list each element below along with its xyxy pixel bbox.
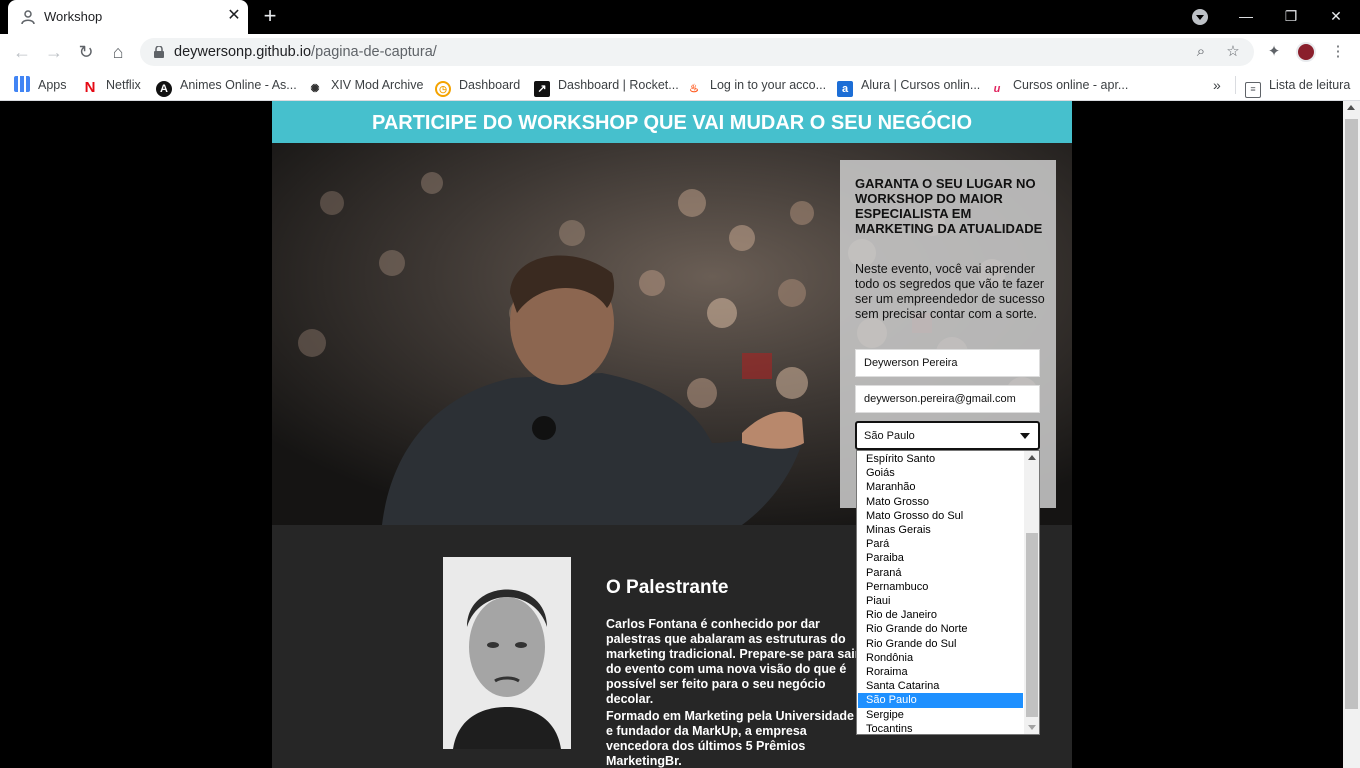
minimize-button[interactable]: — xyxy=(1232,4,1260,28)
speaker-title: O Palestrante xyxy=(606,577,729,598)
banner-title: PARTICIPE DO WORKSHOP QUE VAI MUDAR O SE… xyxy=(371,112,973,134)
apps-grid-icon xyxy=(14,76,30,92)
state-option[interactable]: Pernambuco xyxy=(858,580,1023,594)
state-option[interactable]: Rio Grande do Sul xyxy=(858,637,1023,651)
speaker-photo xyxy=(443,557,571,749)
chevron-down-icon xyxy=(1020,433,1030,439)
bookmark-animes[interactable]: A Animes Online - As... xyxy=(156,76,297,97)
url-text: deywersonp.github.io/pagina-de-captura/ xyxy=(174,44,437,60)
dropdown-scroll-down-icon[interactable] xyxy=(1028,725,1036,730)
state-option[interactable]: Minas Gerais xyxy=(858,523,1023,537)
state-option[interactable]: Roraima xyxy=(858,665,1023,679)
window-titlebar: Workshop ✕ + — ❐ ✕ xyxy=(0,0,1360,34)
state-option[interactable]: Mato Grosso do Sul xyxy=(858,509,1023,523)
close-tab-icon[interactable]: ✕ xyxy=(226,8,242,24)
state-option[interactable]: Tocantins xyxy=(858,722,1023,734)
state-option[interactable]: Espírito Santo xyxy=(858,452,1023,466)
state-select-value: São Paulo xyxy=(864,430,915,442)
person-icon xyxy=(21,10,35,25)
bookmark-alura[interactable]: a Alura | Cursos onlin... xyxy=(837,76,980,97)
more-bookmarks-icon[interactable]: » xyxy=(1213,76,1221,94)
bookmark-apps[interactable]: Apps xyxy=(14,76,67,94)
state-option[interactable]: Rio de Janeiro xyxy=(858,608,1023,622)
bookmark-rocketseat[interactable]: ↗ Dashboard | Rocket... xyxy=(534,76,679,97)
state-select[interactable]: São Paulo xyxy=(855,421,1040,450)
state-option[interactable]: Pará xyxy=(858,537,1023,551)
workshop-banner: PARTICIPE DO WORKSHOP QUE VAI MUDAR O SE… xyxy=(272,101,1072,143)
dropdown-scroll-thumb[interactable] xyxy=(1026,533,1038,717)
page-scroll-thumb[interactable] xyxy=(1345,119,1358,709)
profile-avatar[interactable] xyxy=(1296,42,1316,62)
bookmark-divider xyxy=(1235,76,1236,94)
bookmark-netflix[interactable]: N Netflix xyxy=(82,76,141,96)
bookmark-star-icon[interactable]: ☆ xyxy=(1224,43,1242,61)
reading-list-icon: ≡ xyxy=(1245,82,1261,98)
page-scrollbar[interactable] xyxy=(1343,101,1360,768)
mod-archive-icon: ✺ xyxy=(310,83,320,95)
bookmark-login[interactable]: ♨ Log in to your acco... xyxy=(686,76,826,95)
dashboard-icon: ◷ xyxy=(435,81,451,97)
state-dropdown-list[interactable]: Espírito Santo Goiás Maranhão Mato Grosso Ma… xyxy=(856,450,1040,735)
rocketseat-icon: ↗ xyxy=(534,81,550,97)
page-viewport: PARTICIPE DO WORKSHOP QUE VAI MUDAR O SE… xyxy=(0,101,1343,768)
dropdown-scrollbar[interactable] xyxy=(1024,451,1039,734)
back-button[interactable]: ← xyxy=(10,40,34,64)
state-option[interactable]: Piaui xyxy=(858,594,1023,608)
bookmark-dashboard[interactable]: ◷ Dashboard xyxy=(435,76,520,97)
menu-kebab-icon[interactable]: ⋮ xyxy=(1328,42,1348,62)
state-option[interactable]: Rondônia xyxy=(858,651,1023,665)
speaker-bio-2: Formado em Marketing pela Universidade X… xyxy=(606,709,866,768)
bookmarks-bar: Apps N Netflix A Animes Online - As... ✺ XI… xyxy=(0,70,1360,101)
udemy-icon: u xyxy=(993,83,1001,95)
state-option[interactable]: Santa Catarina xyxy=(858,679,1023,693)
state-option[interactable]: Paraná xyxy=(858,566,1023,580)
restore-button[interactable]: ❐ xyxy=(1277,4,1305,28)
form-description: Neste evento, você vai aprender todo os … xyxy=(855,262,1045,321)
new-tab-button[interactable]: + xyxy=(259,5,281,28)
state-option[interactable]: Maranhão xyxy=(858,480,1023,494)
form-title: GARANTA O SEU LUGAR NO WORKSHOP DO MAIOR… xyxy=(855,176,1043,236)
zoom-icon[interactable]: ⌕ xyxy=(1192,43,1210,61)
dropdown-scroll-up-icon[interactable] xyxy=(1028,455,1036,460)
forward-button[interactable]: → xyxy=(42,40,66,64)
bookmark-cursos[interactable]: u Cursos online - apr... xyxy=(989,76,1129,95)
browser-toolbar: ← → ↻ ⌂ deywersonp.github.io/pagina-de-c… xyxy=(0,34,1360,70)
anime-icon: A xyxy=(156,81,172,97)
address-bar[interactable]: deywersonp.github.io/pagina-de-captura/ … xyxy=(140,38,1254,66)
extensions-icon[interactable]: ✦ xyxy=(1264,42,1284,62)
email-field[interactable]: deywerson.pereira@gmail.com xyxy=(855,385,1040,413)
speaker-bio-1: Carlos Fontana é conhecido por dar pales… xyxy=(606,617,860,706)
speaker-portrait-image xyxy=(443,557,571,749)
flame-icon: ♨ xyxy=(689,83,699,95)
tab-title: Workshop xyxy=(44,9,103,24)
reload-button[interactable]: ↻ xyxy=(74,40,98,64)
state-option[interactable]: Rio Grande do Norte xyxy=(858,622,1023,636)
lock-icon xyxy=(154,46,164,58)
name-field[interactable]: Deywerson Pereira xyxy=(855,349,1040,377)
netflix-icon: N xyxy=(84,79,96,96)
tab-search-button[interactable] xyxy=(1192,9,1208,25)
tab-workshop[interactable]: Workshop ✕ xyxy=(8,0,248,34)
close-window-button[interactable]: ✕ xyxy=(1322,4,1350,28)
state-option[interactable]: Sergipe xyxy=(858,708,1023,722)
home-button[interactable]: ⌂ xyxy=(106,40,130,64)
bookmark-xiv-mod[interactable]: ✺ XIV Mod Archive xyxy=(307,76,423,95)
alura-icon: a xyxy=(837,81,853,97)
state-option[interactable]: São Paulo xyxy=(858,693,1023,708)
state-option[interactable]: Goiás xyxy=(858,466,1023,480)
scroll-up-arrow-icon[interactable] xyxy=(1347,105,1355,110)
state-option[interactable]: Paraiba xyxy=(858,551,1023,565)
reading-list-button[interactable]: ≡ Lista de leitura xyxy=(1245,76,1350,98)
state-option[interactable]: Mato Grosso xyxy=(858,495,1023,509)
